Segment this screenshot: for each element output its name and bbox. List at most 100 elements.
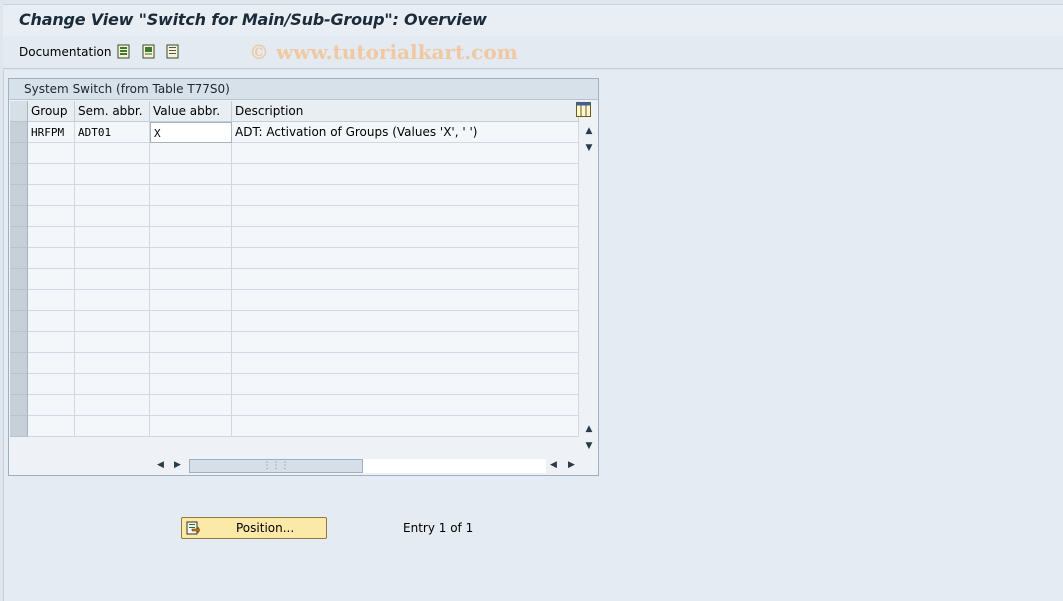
empty-cell[interactable] (28, 332, 75, 353)
row-selector[interactable] (10, 227, 28, 248)
empty-cell[interactable] (232, 290, 579, 311)
column-header-sem-abbr[interactable]: Sem. abbr. (75, 101, 150, 122)
cell-description: ADT: Activation of Groups (Values 'X', '… (232, 122, 579, 143)
empty-cell[interactable] (28, 353, 75, 374)
empty-cell[interactable] (150, 311, 232, 332)
vertical-scrollbar[interactable]: ▲ ▼ ▲ ▼ (580, 123, 598, 458)
empty-cell[interactable] (28, 269, 75, 290)
row-selector[interactable] (10, 353, 28, 374)
empty-cell[interactable] (150, 227, 232, 248)
empty-cell[interactable] (150, 374, 232, 395)
empty-cell[interactable] (232, 164, 579, 185)
row-selector[interactable] (10, 395, 28, 416)
empty-cell[interactable] (75, 248, 150, 269)
empty-cell[interactable] (232, 206, 579, 227)
row-selector[interactable] (10, 164, 28, 185)
empty-cell[interactable] (28, 416, 75, 437)
select-all-icon[interactable] (117, 44, 131, 59)
empty-cell[interactable] (232, 311, 579, 332)
empty-cell[interactable] (232, 374, 579, 395)
horizontal-scrollbar[interactable]: ◀ ▶ ⋮⋮⋮ ◀ ▶ (152, 458, 580, 474)
empty-cell[interactable] (28, 395, 75, 416)
title-bar: Change View "Switch for Main/Sub-Group":… (3, 4, 1063, 36)
empty-cell[interactable] (75, 416, 150, 437)
empty-cell[interactable] (75, 227, 150, 248)
empty-cell[interactable] (232, 227, 579, 248)
empty-cell[interactable] (150, 248, 232, 269)
row-selector[interactable] (10, 206, 28, 227)
scroll-right-icon[interactable]: ▶ (568, 460, 575, 470)
scroll-right-small-icon[interactable]: ▶ (174, 460, 181, 470)
select-block-icon[interactable] (142, 44, 156, 59)
column-header-group[interactable]: Group (28, 101, 75, 122)
scroll-up-icon[interactable]: ▲ (584, 126, 594, 136)
row-selector[interactable] (10, 143, 28, 164)
empty-cell[interactable] (75, 353, 150, 374)
empty-cell[interactable] (150, 206, 232, 227)
empty-cell[interactable] (232, 416, 579, 437)
select-all-rows-button[interactable] (10, 101, 28, 122)
deselect-all-icon[interactable] (166, 44, 180, 59)
row-selector[interactable] (10, 332, 28, 353)
empty-cell[interactable] (28, 143, 75, 164)
empty-cell[interactable] (28, 311, 75, 332)
empty-cell[interactable] (232, 143, 579, 164)
empty-cell[interactable] (75, 311, 150, 332)
column-header-description[interactable]: Description (232, 101, 579, 122)
empty-cell[interactable] (150, 395, 232, 416)
empty-cell[interactable] (28, 206, 75, 227)
empty-cell[interactable] (150, 416, 232, 437)
empty-cell[interactable] (75, 185, 150, 206)
row-selector[interactable] (10, 248, 28, 269)
documentation-button[interactable]: Documentation (19, 45, 112, 59)
empty-cell[interactable] (28, 248, 75, 269)
empty-cell[interactable] (232, 353, 579, 374)
scroll-left-icon[interactable]: ◀ (157, 460, 164, 470)
scroll-left-end-icon[interactable]: ◀ (550, 460, 557, 470)
row-selector[interactable] (10, 185, 28, 206)
empty-cell[interactable] (150, 143, 232, 164)
empty-cell[interactable] (75, 206, 150, 227)
empty-cell[interactable] (150, 332, 232, 353)
row-selector[interactable] (10, 374, 28, 395)
empty-cell[interactable] (232, 185, 579, 206)
row-selector[interactable] (10, 269, 28, 290)
empty-cell[interactable] (232, 248, 579, 269)
empty-cell[interactable] (28, 290, 75, 311)
empty-cell[interactable] (75, 374, 150, 395)
empty-cell[interactable] (232, 332, 579, 353)
scroll-track[interactable] (363, 459, 546, 473)
row-selector[interactable] (10, 311, 28, 332)
empty-cell[interactable] (28, 185, 75, 206)
cell-sem-abbr: ADT01 (75, 122, 150, 143)
row-selector[interactable] (10, 290, 28, 311)
watermark-text: © www.tutorialkart.com (249, 40, 518, 64)
page-down-icon[interactable]: ▲ (584, 424, 594, 434)
empty-cell[interactable] (150, 353, 232, 374)
empty-cell[interactable] (232, 395, 579, 416)
row-selector[interactable] (10, 122, 28, 143)
empty-cell[interactable] (75, 332, 150, 353)
empty-cell[interactable] (150, 164, 232, 185)
empty-cell[interactable] (150, 290, 232, 311)
empty-cell[interactable] (28, 164, 75, 185)
empty-cell[interactable] (75, 395, 150, 416)
empty-cell[interactable] (150, 269, 232, 290)
empty-cell[interactable] (75, 164, 150, 185)
value-abbr-input[interactable]: X (150, 122, 232, 143)
empty-cell[interactable] (75, 290, 150, 311)
empty-cell[interactable] (150, 185, 232, 206)
empty-cell[interactable] (28, 374, 75, 395)
work-area: System Switch (from Table T77S0) Group S… (3, 70, 1063, 601)
empty-cell[interactable] (232, 269, 579, 290)
empty-cell[interactable] (75, 143, 150, 164)
column-header-value-abbr[interactable]: Value abbr. (150, 101, 232, 122)
row-selector[interactable] (10, 416, 28, 437)
page-up-icon[interactable]: ▼ (584, 143, 594, 153)
empty-cell[interactable] (75, 269, 150, 290)
scroll-down-icon[interactable]: ▼ (584, 441, 594, 451)
scroll-thumb[interactable]: ⋮⋮⋮ (189, 459, 363, 473)
position-button[interactable]: Position... (181, 517, 327, 539)
column-configuration-icon[interactable] (576, 102, 591, 117)
empty-cell[interactable] (28, 227, 75, 248)
